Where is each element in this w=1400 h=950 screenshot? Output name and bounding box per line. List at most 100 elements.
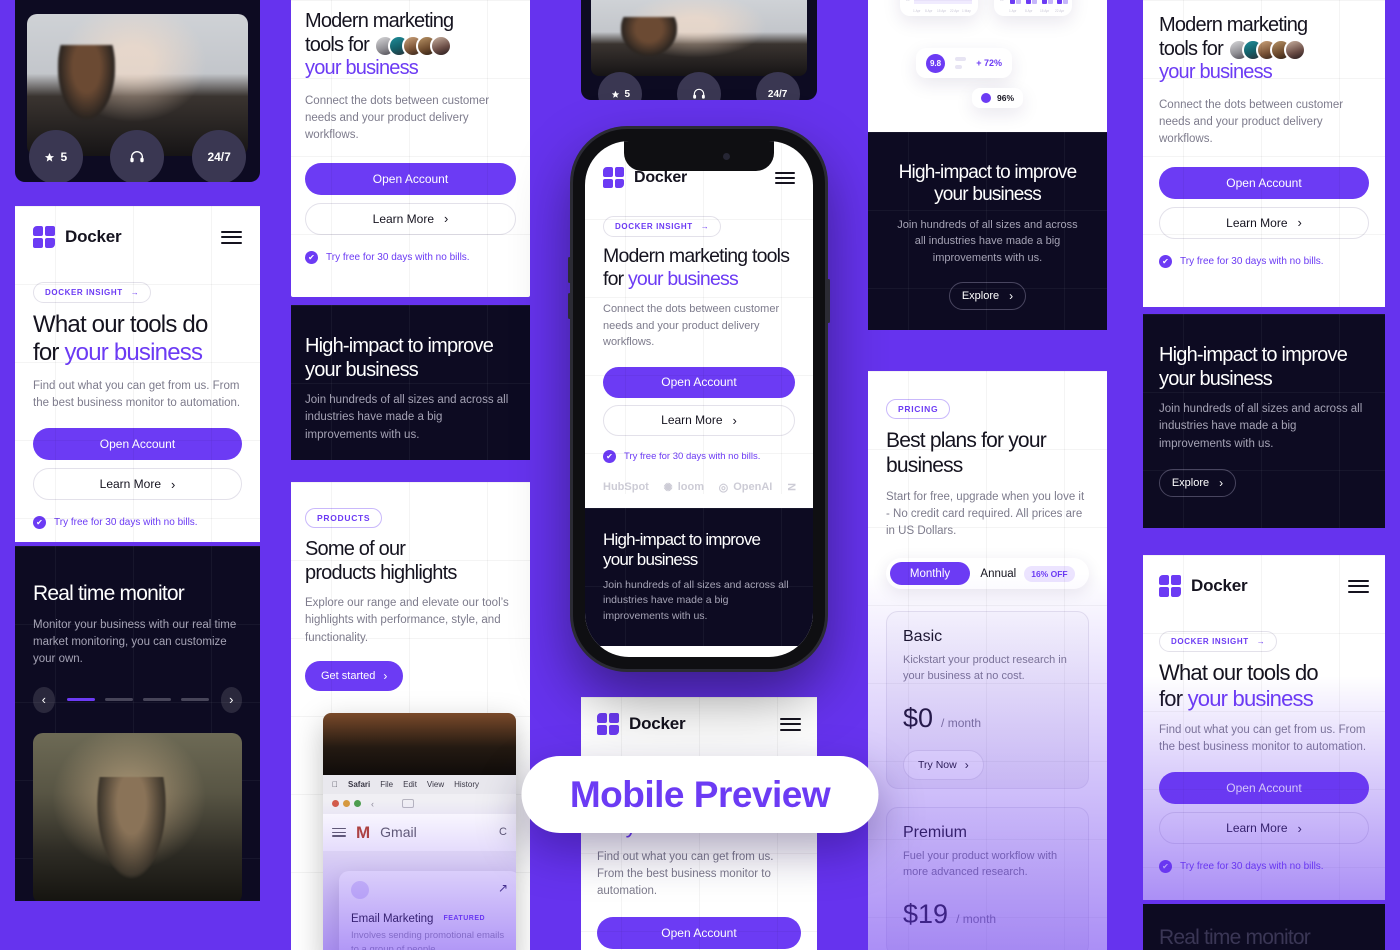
apple-icon:  (332, 780, 338, 789)
chevron-right-icon: › (964, 758, 969, 773)
gmail-header: M Gmail C (323, 813, 516, 851)
svg-text:10: 10 (906, 0, 910, 2)
trial-note: ✔ Try free for 30 days with no bills. (305, 250, 516, 264)
high-impact-title: High-impact to improve your business (603, 530, 795, 570)
trial-note: ✔ Try free for 30 days with no bills. (1159, 254, 1369, 268)
mockup-menubar:  Safari File Edit View History (323, 774, 516, 794)
mobile-preview-overlay: Mobile Preview (521, 756, 879, 833)
plan-card-basic[interactable]: Basic Kickstart your product research in… (886, 611, 1089, 790)
sidebar-icon[interactable] (402, 799, 414, 809)
star-icon (611, 90, 619, 98)
hamburger-menu-icon[interactable] (332, 827, 346, 837)
volume-up-button[interactable] (568, 257, 571, 283)
check-icon: ✔ (33, 516, 46, 530)
trial-label: Try free for 30 days with no bills. (624, 450, 761, 462)
brand[interactable]: Docker (33, 226, 122, 248)
learn-more-button[interactable]: Learn More › (603, 404, 795, 436)
open-account-button[interactable]: Open Account (1159, 772, 1369, 805)
external-link-icon[interactable]: ↗ (498, 881, 508, 895)
carousel-dot[interactable] (180, 698, 209, 702)
try-now-button[interactable]: Try Now › (903, 750, 984, 781)
chevron-right-icon: › (1219, 475, 1224, 490)
price-period: / month (956, 912, 997, 927)
check-icon: ✔ (1159, 860, 1172, 874)
title-line-3-accent: your business (1159, 61, 1273, 84)
chevron-right-icon[interactable]: › (220, 686, 242, 713)
toggle-annual-label: Annual (980, 567, 1017, 580)
back-icon[interactable]: ‹ (371, 799, 374, 809)
hamburger-menu-icon[interactable] (221, 230, 242, 244)
docker-insight-badge[interactable]: DOCKER INSIGHT → (33, 282, 152, 303)
learn-more-button[interactable]: Learn More › (33, 468, 242, 501)
toggle-monthly[interactable]: Monthly (890, 562, 970, 586)
learn-more-button[interactable]: Learn More › (1159, 206, 1369, 239)
carousel-dot[interactable] (104, 698, 133, 702)
price-amount: $19 (903, 899, 949, 930)
navbar: Docker (597, 713, 801, 735)
title-line-1: Best plans for your (886, 429, 1047, 452)
delta-value: + 72% (976, 58, 1002, 68)
high-impact-body: Join hundreds of all sizes and across al… (897, 218, 1078, 264)
learn-more-button[interactable]: Learn More › (305, 202, 516, 235)
hero-marketing-card: Modern marketing tools for your business… (291, 0, 530, 297)
column-2: Modern marketing tools for your business… (291, 0, 530, 950)
learn-more-button[interactable]: Learn More › (1159, 812, 1369, 845)
title-line-2: your business (1159, 367, 1273, 390)
high-impact-body: Join hundreds of all sizes and across al… (603, 578, 789, 623)
title-line-2-plain: for (33, 339, 65, 367)
plan-card-premium[interactable]: Premium Fuel your product workflow with … (886, 807, 1089, 950)
svg-text:22 Apr: 22 Apr (950, 9, 960, 13)
email-marketing-card[interactable]: ↗ Email Marketing FEATURED Involves send… (339, 870, 516, 950)
brand[interactable]: Docker (597, 713, 686, 735)
real-time-body: Monitor your business with our real time… (33, 618, 237, 666)
docker-insight-badge[interactable]: DOCKER INSIGHT → (603, 216, 722, 237)
title-line-2-accent: your business (64, 339, 203, 367)
power-button[interactable] (827, 279, 830, 323)
toggle-annual[interactable]: Annual 16% OFF (970, 562, 1085, 585)
loom-logo: ✺ loom (663, 481, 704, 494)
title-line-2-plain: for (603, 268, 628, 290)
hamburger-menu-icon[interactable] (780, 717, 801, 731)
open-account-button[interactable]: Open Account (305, 162, 516, 195)
svg-text:15 Apr: 15 Apr (937, 9, 947, 13)
hero-body: Find out what you can get from us. From … (597, 850, 774, 898)
learn-more-label: Learn More (99, 477, 162, 492)
try-now-label: Try Now (918, 759, 957, 772)
brand[interactable]: Docker (1159, 575, 1248, 597)
discount-badge: 16% OFF (1024, 565, 1075, 582)
docker-insight-badge[interactable]: DOCKER INSIGHT → (1159, 631, 1278, 652)
phone-notch (624, 141, 774, 171)
partner-logo-strip: HubSpot ✺ loom ◎ OpenAI N (603, 481, 797, 494)
open-account-button[interactable]: Open Account (33, 428, 242, 461)
get-started-button[interactable]: Get started › (305, 660, 404, 691)
avatar (1283, 38, 1306, 61)
star-icon (45, 152, 55, 162)
marketing-body: Connect the dots between customer needs … (1159, 98, 1344, 146)
pricing-badge: PRICING (886, 399, 951, 419)
open-account-button[interactable]: Open Account (603, 366, 795, 398)
carousel-dot[interactable] (142, 698, 171, 702)
availability-label: 24/7 (207, 150, 231, 164)
open-account-button[interactable]: Open Account (1159, 166, 1369, 199)
hero-body: Find out what you can get from us. From … (1159, 723, 1367, 754)
open-account-button[interactable]: Open Account (597, 916, 801, 949)
column-5: Modern marketing tools for your business… (1143, 0, 1385, 950)
hamburger-menu-icon[interactable] (775, 171, 795, 184)
explore-button[interactable]: Explore › (949, 282, 1026, 311)
products-title: Some of our products highlights (305, 538, 516, 585)
carousel-dot[interactable] (66, 698, 95, 702)
title-line-1: High-impact to improve (1159, 344, 1348, 366)
chevron-left-icon[interactable]: ‹ (33, 686, 55, 713)
analytics-card: 1005010 1 Apr8 Apr15 Apr22 Apr1 May 1005… (868, 0, 1107, 132)
openai-logo: ◎ OpenAI (719, 481, 773, 494)
billing-period-toggle[interactable]: Monthly Annual 16% OFF (886, 558, 1089, 590)
hamburger-menu-icon[interactable] (1348, 579, 1369, 593)
rating-chip: 5 (28, 130, 83, 182)
explore-button[interactable]: Explore › (1159, 468, 1236, 497)
bar-chart: 1005010 1 Apr8 Apr15 Apr22 Apr (1000, 0, 1068, 13)
pricing-card: PRICING Best plans for your business Sta… (868, 371, 1107, 950)
title-line-1: Modern marketing (305, 10, 454, 32)
chevron-right-icon: › (1297, 215, 1302, 231)
availability-chip: 24/7 (755, 72, 800, 100)
volume-down-button[interactable] (568, 293, 571, 319)
